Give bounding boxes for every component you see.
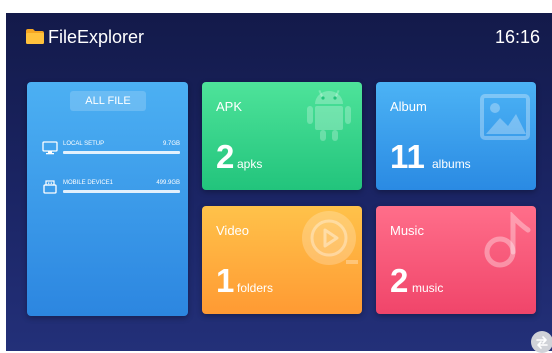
- usb-drive-icon: [43, 180, 57, 194]
- video-tile[interactable]: Video 1 folders: [202, 206, 362, 314]
- tile-count: 11: [390, 138, 425, 175]
- tile-label: Music: [390, 223, 424, 238]
- folder-icon: [26, 29, 44, 44]
- storage-item-mobile[interactable]: MOBILE DEVICE1 499.9GB: [42, 179, 180, 205]
- storage-size: 9.7GB: [162, 141, 180, 147]
- clock: 16:16: [494, 27, 540, 47]
- storage-item-local[interactable]: LOCAL SETUP 9.7GB: [42, 140, 180, 166]
- tile-count: 1: [216, 262, 235, 299]
- album-tile[interactable]: Album 11 albums: [376, 82, 536, 190]
- app-header: FileExplorer 16:16: [6, 13, 552, 63]
- apk-tile[interactable]: APK 2 apks: [202, 82, 362, 190]
- storage-name: MOBILE DEVICE1: [63, 180, 114, 186]
- all-file-button[interactable]: ALL FILE: [70, 91, 146, 111]
- tile-label: APK: [216, 99, 243, 114]
- tile-label: Video: [216, 223, 250, 238]
- storage-size: 499.9GB: [156, 180, 180, 186]
- tile-label: Album: [390, 99, 427, 114]
- storage-name: LOCAL SETUP: [63, 141, 105, 147]
- file-explorer-screen: FileExplorer 16:16 ALL FILE LOCAL SETUP …: [6, 13, 552, 351]
- tile-unit: apks: [237, 157, 263, 171]
- corner-floating-button[interactable]: [531, 331, 552, 353]
- tile-count: 2: [390, 262, 409, 299]
- swap-arrows-icon: [536, 336, 548, 349]
- music-tile[interactable]: Music 2 music: [376, 206, 536, 314]
- tile-count: 2: [216, 138, 235, 175]
- monitor-icon: [42, 141, 58, 155]
- tile-unit: music: [412, 281, 444, 295]
- music-note-icon: [484, 212, 531, 268]
- tile-unit: folders: [237, 281, 274, 295]
- video-play-icon: [302, 211, 358, 265]
- tile-unit: albums: [432, 157, 471, 171]
- android-icon: [307, 89, 351, 141]
- storage-bar: [63, 190, 180, 193]
- all-file-card[interactable]: ALL FILE LOCAL SETUP 9.7GB MOBILE DEVICE…: [27, 82, 188, 316]
- storage-bar: [63, 151, 180, 154]
- image-icon: [480, 94, 530, 140]
- app-title: FileExplorer: [48, 27, 145, 47]
